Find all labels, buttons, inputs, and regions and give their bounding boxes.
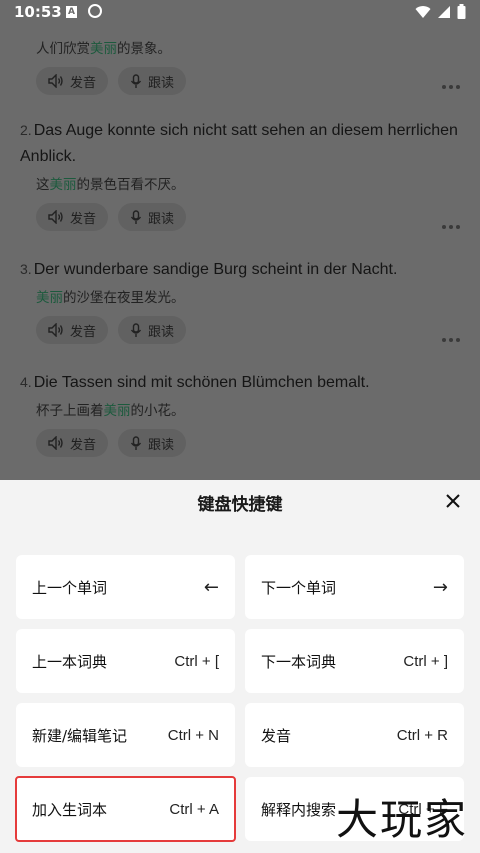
microphone-icon [130,435,142,450]
example-translation: 这美丽的景色百看不厌。 [36,177,185,193]
example-item-2: 2. Das Auge konnte sich nicht satt sehen … [20,117,460,231]
shortcut-next-word[interactable]: 下一个单词 → [245,555,464,619]
shortcut-label: 加入生词本 [32,800,108,819]
example-sentence: 4. Die Tassen sind mit schönen Blümchen b… [20,374,370,391]
microphone-icon [130,73,142,88]
shortcut-key: Ctrl + ] [403,652,448,670]
status-bar: 10:53 A [0,0,480,26]
listen-button[interactable]: 发音 [36,316,109,344]
signal-icon [438,5,450,18]
shortcut-label: 发音 [261,726,292,745]
example-translation: 人们欣赏美丽的景象。 [36,41,171,57]
microphone-icon [130,209,142,224]
listen-button[interactable]: 发音 [36,203,109,231]
shortcut-key: Ctrl + R [396,726,448,744]
read-along-button[interactable]: 跟读 [118,203,187,231]
battery-icon [457,4,466,19]
arrow-left-icon: ← [203,576,219,598]
example-sentence: 3. Der wunderbare sandige Burg scheint in… [20,261,398,278]
close-icon[interactable] [444,492,462,510]
shortcut-next-dictionary[interactable]: 下一本词典 Ctrl + ] [245,629,464,693]
notification-de-icon [88,4,102,18]
example-actions: 发音 跟读 [20,316,460,344]
arrow-right-icon: → [432,576,448,598]
speaker-icon [48,436,63,450]
shortcut-previous-word[interactable]: 上一个单词 ← [16,555,235,619]
sheet-title: 键盘快捷键 [197,495,283,515]
example-item-4: 4. Die Tassen sind mit schönen Blümchen b… [20,369,460,457]
notification-a-icon: A [66,6,77,18]
example-actions: 发音 跟读 [20,67,460,95]
listen-button[interactable]: 发音 [36,67,109,95]
status-icons [415,4,466,19]
more-options-icon[interactable] [442,224,460,230]
shortcut-key: Ctrl + [ [174,652,219,670]
listen-button[interactable]: 发音 [36,429,109,457]
shortcut-key: Ctrl + N [167,726,219,744]
shortcut-edit-note[interactable]: 新建/编辑笔记 Ctrl + N [16,703,235,767]
example-translation: 杯子上画着美丽的小花。 [36,403,185,419]
shortcut-label: 下一个单词 [261,578,337,597]
shortcut-label: 上一个单词 [32,578,108,597]
more-options-icon[interactable] [442,84,460,90]
microphone-icon [130,322,142,337]
example-item-3: 3. Der wunderbare sandige Burg scheint in… [20,256,460,344]
shortcut-add-to-vocabulary[interactable]: 加入生词本 Ctrl + A [15,776,236,842]
example-sentences-area: 人们欣赏美丽的景象。 发音 跟读 2. Das Auge konnte sich … [0,0,480,480]
status-time: 10:53 [14,3,62,21]
shortcut-previous-dictionary[interactable]: 上一本词典 Ctrl + [ [16,629,235,693]
speaker-icon [48,210,63,224]
example-translation: 美丽的沙堡在夜里发光。 [36,290,185,306]
shortcut-label: 上一本词典 [32,652,108,671]
example-actions: 发音 跟读 [20,429,460,457]
example-actions: 发音 跟读 [20,203,460,231]
example-item-1: 人们欣赏美丽的景象。 发音 跟读 [20,34,460,95]
shortcut-key: Ctrl + A [169,800,219,818]
read-along-button[interactable]: 跟读 [118,429,187,457]
example-sentence: 2. Das Auge konnte sich nicht satt sehen … [20,122,458,165]
shortcut-label: 下一本词典 [261,652,337,671]
shortcut-pronounce[interactable]: 发音 Ctrl + R [245,703,464,767]
shortcut-label: 解释内搜索 [261,800,337,819]
speaker-icon [48,323,63,337]
read-along-button[interactable]: 跟读 [118,316,187,344]
more-options-icon[interactable] [442,337,460,343]
speaker-icon [48,74,63,88]
wifi-icon [415,5,431,18]
read-along-button[interactable]: 跟读 [118,67,187,95]
shortcut-label: 新建/编辑笔记 [32,726,128,745]
watermark-logo: 大玩家 [335,795,468,844]
